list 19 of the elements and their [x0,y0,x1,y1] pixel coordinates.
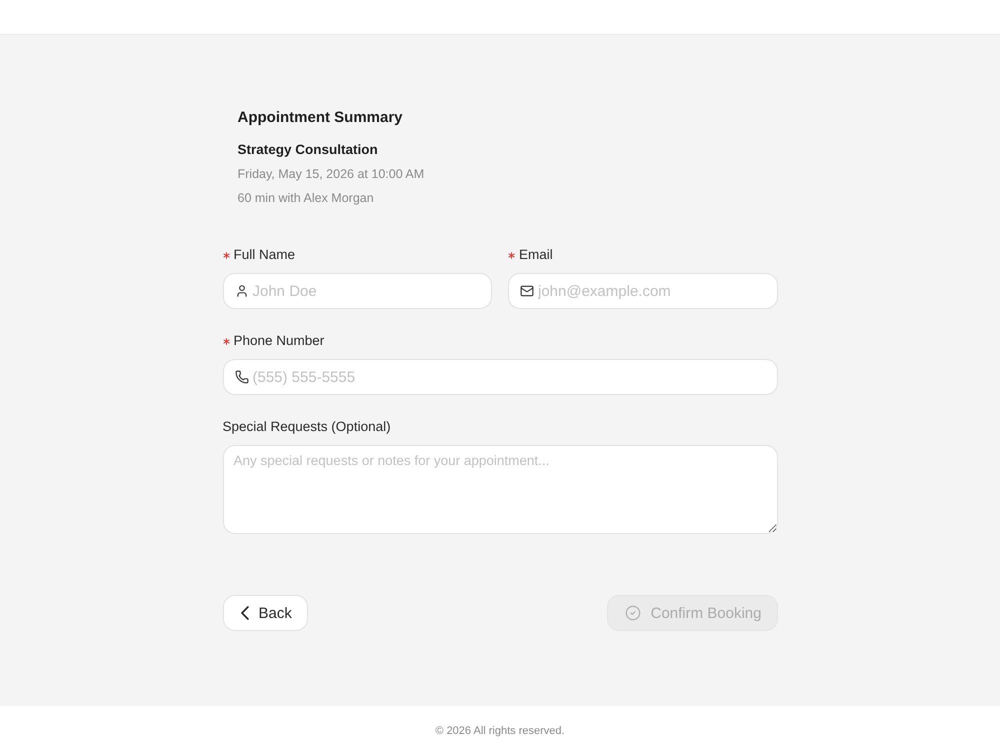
back-button[interactable]: Back [222,595,308,631]
copyright-text: © 2026 All rights reserved. [435,724,565,738]
chevron-left-icon [240,606,248,620]
special-requests-field[interactable]: Any special requests or notes for your appointment... [222,445,778,534]
field-label: Special Requests (Optional) [222,418,391,436]
full-name-field[interactable]: John Doe [222,273,492,309]
appointment-details: 60 min with Alex Morgan [238,190,374,207]
circle-check-icon [624,605,641,621]
phone-field[interactable]: (555) 555-5555 [222,359,778,395]
field-label: Full Name [234,246,296,264]
field-label: Email [519,246,553,264]
phone-icon [234,370,248,384]
email-field[interactable]: john@example.com [508,273,778,309]
summary-title: Appointment Summary [238,108,403,128]
person-icon [234,284,248,298]
field-label: Phone Number [234,332,324,350]
service-name: Strategy Consultation [238,141,378,159]
envelope-icon [520,284,534,298]
appointment-datetime: Friday, May 15, 2026 at 10:00 AM [238,166,424,183]
